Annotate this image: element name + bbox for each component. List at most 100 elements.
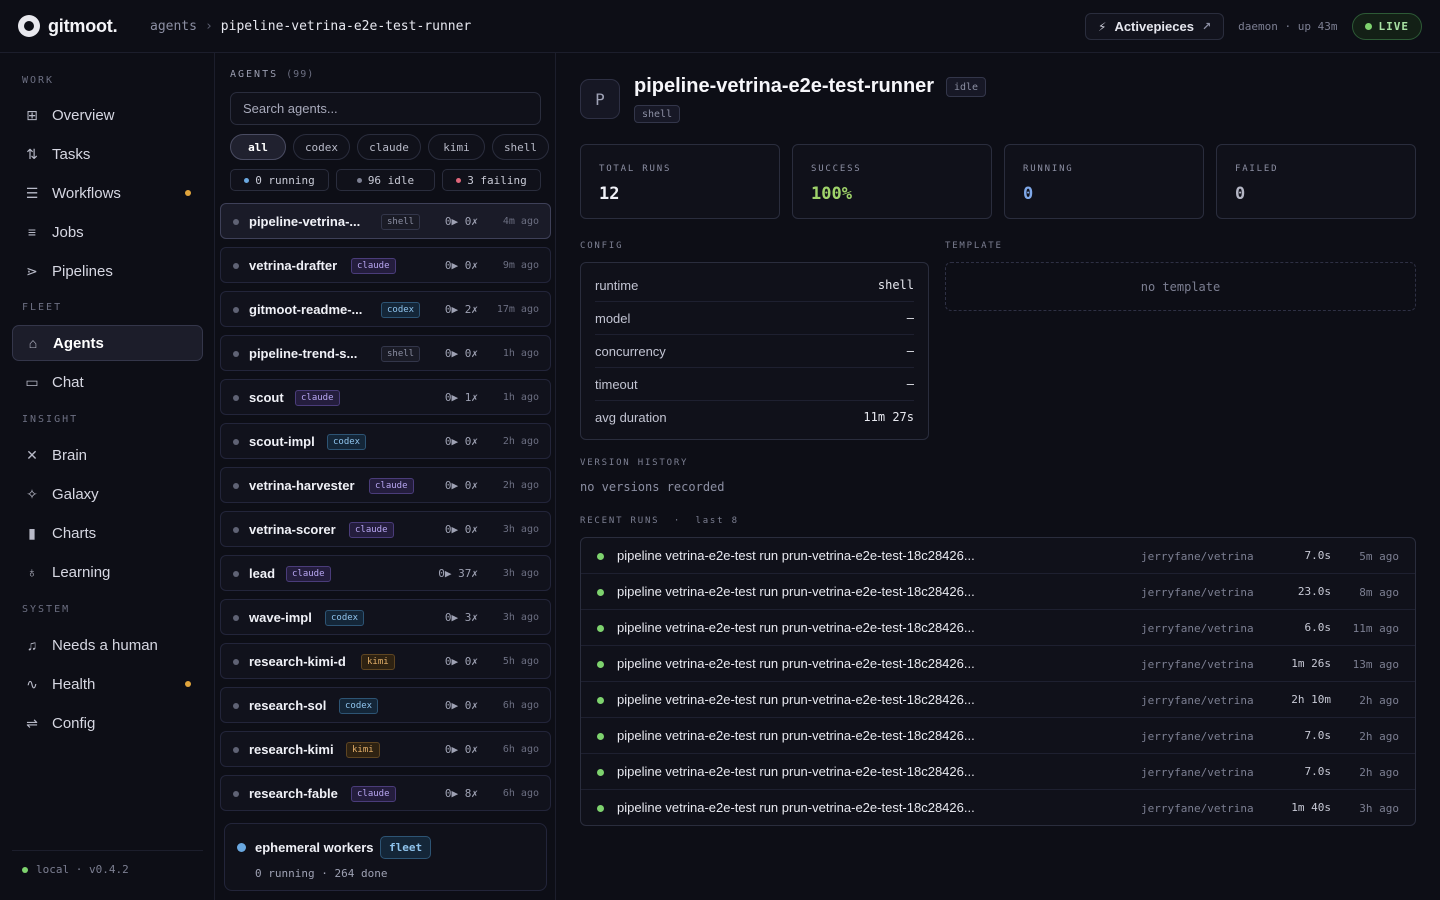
template-empty: no template bbox=[945, 262, 1416, 311]
config-row: runtime shell bbox=[595, 269, 914, 302]
sidebar-item-workflows[interactable]: ☰ Workflows bbox=[12, 175, 203, 211]
run-success-dot-icon bbox=[597, 589, 604, 596]
sidebar-item-tasks[interactable]: ⇅ Tasks bbox=[12, 136, 203, 172]
breadcrumb-agents[interactable]: agents bbox=[150, 19, 197, 34]
run-ago: 11m ago bbox=[1352, 622, 1399, 635]
agent-card[interactable]: scout-impl codex 0▶ 0✗ 2h ago bbox=[220, 423, 551, 459]
version-history-empty: no versions recorded bbox=[580, 480, 725, 494]
run-duration: 1m 40s bbox=[1291, 801, 1331, 814]
app-logo[interactable]: gitmoot. bbox=[18, 15, 118, 37]
run-success-dot-icon bbox=[597, 769, 604, 776]
sidebar-item-brain[interactable]: ✕ Brain bbox=[12, 437, 203, 473]
filter-codex[interactable]: codex bbox=[293, 134, 350, 160]
activepieces-button[interactable]: ⚡ Activepieces ↗ bbox=[1085, 13, 1225, 40]
sidebar-item-needs-a-human[interactable]: ♫ Needs a human bbox=[12, 627, 203, 663]
filter-claude[interactable]: claude bbox=[357, 134, 421, 160]
config-value: shell bbox=[877, 278, 914, 292]
config-label: CONFIG bbox=[580, 241, 624, 251]
filter-shell[interactable]: shell bbox=[492, 134, 549, 160]
agent-run-counts: 0▶ 0✗ bbox=[444, 347, 478, 360]
status-chip[interactable]: 3 failing bbox=[442, 169, 541, 191]
sidebar-item-charts[interactable]: ▮ Charts bbox=[12, 515, 203, 551]
runtime-filters: all codex claude kimi shell bbox=[230, 134, 549, 160]
stat-label: TOTAL RUNS bbox=[599, 164, 672, 174]
status-chip-label: 3 failing bbox=[467, 173, 527, 187]
agent-card[interactable]: vetrina-scorer claude 0▶ 0✗ 3h ago bbox=[220, 511, 551, 547]
agent-card[interactable]: scout claude 0▶ 1✗ 1h ago bbox=[220, 379, 551, 415]
agent-status-dot-icon bbox=[233, 395, 239, 401]
run-success-dot-icon bbox=[597, 805, 604, 812]
agent-status-dot-icon bbox=[233, 659, 239, 665]
agent-card[interactable]: research-sol codex 0▶ 0✗ 6h ago bbox=[220, 687, 551, 723]
sidebar-item-jobs[interactable]: ≡ Jobs bbox=[12, 214, 203, 250]
agent-run-counts: 0▶ 8✗ bbox=[444, 787, 478, 800]
agent-status-dot-icon bbox=[233, 703, 239, 709]
agent-card[interactable]: gitmoot-readme-... codex 0▶ 2✗ 17m ago bbox=[220, 291, 551, 327]
status-chip[interactable]: 0 running bbox=[230, 169, 329, 191]
run-row[interactable]: pipeline vetrina-e2e-test run prun-vetri… bbox=[581, 610, 1415, 646]
sidebar-item-agents[interactable]: ⌂ Agents bbox=[12, 325, 203, 361]
agent-status-dot-icon bbox=[233, 307, 239, 313]
agent-status-dot-icon bbox=[233, 263, 239, 269]
run-row[interactable]: pipeline vetrina-e2e-test run prun-vetri… bbox=[581, 682, 1415, 718]
agent-card[interactable]: vetrina-harvester claude 0▶ 0✗ 2h ago bbox=[220, 467, 551, 503]
agent-card[interactable]: research-fable claude 0▶ 8✗ 6h ago bbox=[220, 775, 551, 811]
filter-kimi[interactable]: kimi bbox=[428, 134, 485, 160]
tasks-icon: ⇅ bbox=[26, 145, 38, 162]
run-row[interactable]: pipeline vetrina-e2e-test run prun-vetri… bbox=[581, 574, 1415, 610]
agent-name: scout bbox=[249, 390, 284, 405]
sidebar-item-config[interactable]: ⇌ Config bbox=[12, 705, 203, 741]
config-key: model bbox=[595, 311, 631, 326]
sidebar-item-galaxy[interactable]: ✧ Galaxy bbox=[12, 476, 203, 512]
agent-runtime-tag: claude bbox=[286, 566, 331, 582]
run-row[interactable]: pipeline vetrina-e2e-test run prun-vetri… bbox=[581, 646, 1415, 682]
run-ago: 5m ago bbox=[1359, 550, 1399, 563]
agent-run-counts: 0▶ 0✗ bbox=[444, 743, 478, 756]
run-row[interactable]: pipeline vetrina-e2e-test run prun-vetri… bbox=[581, 754, 1415, 790]
logo-mark-icon bbox=[18, 15, 40, 37]
agent-card[interactable]: pipeline-trend-s... shell 0▶ 0✗ 1h ago bbox=[220, 335, 551, 371]
agent-card[interactable]: vetrina-drafter claude 0▶ 0✗ 9m ago bbox=[220, 247, 551, 283]
agent-card[interactable]: research-kimi kimi 0▶ 0✗ 6h ago bbox=[220, 731, 551, 767]
status-summary: 0 running 96 idle 3 failing bbox=[230, 169, 541, 191]
agent-runtime-tag: claude bbox=[351, 786, 396, 802]
run-row[interactable]: pipeline vetrina-e2e-test run prun-vetri… bbox=[581, 718, 1415, 754]
version-history-label: VERSION HISTORY bbox=[580, 458, 689, 468]
agent-card[interactable]: research-kimi-d kimi 0▶ 0✗ 5h ago bbox=[220, 643, 551, 679]
agent-status-dot-icon bbox=[233, 615, 239, 621]
agent-card[interactable]: lead claude 0▶ 37✗ 3h ago bbox=[220, 555, 551, 591]
run-title: pipeline vetrina-e2e-test run prun-vetri… bbox=[617, 728, 975, 743]
bar-chart-icon: ▮ bbox=[28, 524, 36, 541]
sidebar-item-pipelines[interactable]: ⋗ Pipelines bbox=[12, 253, 203, 289]
config-row: timeout — bbox=[595, 368, 914, 401]
sidebar-item-label: Brain bbox=[52, 446, 88, 464]
sidebar-item-label: Galaxy bbox=[52, 485, 99, 503]
filter-all[interactable]: all bbox=[230, 134, 286, 160]
status-chip[interactable]: 96 idle bbox=[336, 169, 435, 191]
agent-runtime-tag: codex bbox=[327, 434, 367, 450]
sidebar-item-label: Charts bbox=[52, 524, 97, 542]
agent-run-counts: 0▶ 0✗ bbox=[444, 435, 478, 448]
run-row[interactable]: pipeline vetrina-e2e-test run prun-vetri… bbox=[581, 538, 1415, 574]
sidebar-item-learning[interactable]: ♁ Learning bbox=[12, 554, 203, 590]
sidebar-item-overview[interactable]: ⊞ Overview bbox=[12, 97, 203, 133]
template-label: TEMPLATE bbox=[945, 241, 1003, 251]
agent-card[interactable]: pipeline-vetrina-... shell 0▶ 0✗ 4m ago bbox=[220, 203, 551, 239]
agent-last-run: 9m ago bbox=[502, 260, 539, 271]
ephemeral-workers-card[interactable]: ephemeral workers fleet 0 running · 264 … bbox=[224, 823, 547, 891]
status-dot-icon bbox=[244, 177, 250, 183]
search-agents-input[interactable] bbox=[230, 92, 541, 125]
sidebar-item-label: Chat bbox=[52, 373, 84, 391]
breadcrumb-current: pipeline-vetrina-e2e-test-runner bbox=[220, 19, 472, 34]
sidebar-item-chat[interactable]: ▭ Chat bbox=[12, 364, 203, 400]
run-ago: 3h ago bbox=[1359, 802, 1399, 815]
sidebar-item-health[interactable]: ∿ Health bbox=[12, 666, 203, 702]
agent-name: pipeline-vetrina-... bbox=[249, 214, 361, 229]
agent-runtime-tag: kimi bbox=[346, 742, 380, 758]
sidebar-item-label: Pipelines bbox=[52, 262, 113, 280]
sidebar-item-label: Agents bbox=[53, 334, 104, 352]
agent-card[interactable]: wave-impl codex 0▶ 3✗ 3h ago bbox=[220, 599, 551, 635]
agent-last-run: 4m ago bbox=[502, 216, 539, 227]
stat-total-runs: TOTAL RUNS 12 bbox=[580, 144, 780, 219]
run-row[interactable]: pipeline vetrina-e2e-test run prun-vetri… bbox=[581, 790, 1415, 826]
